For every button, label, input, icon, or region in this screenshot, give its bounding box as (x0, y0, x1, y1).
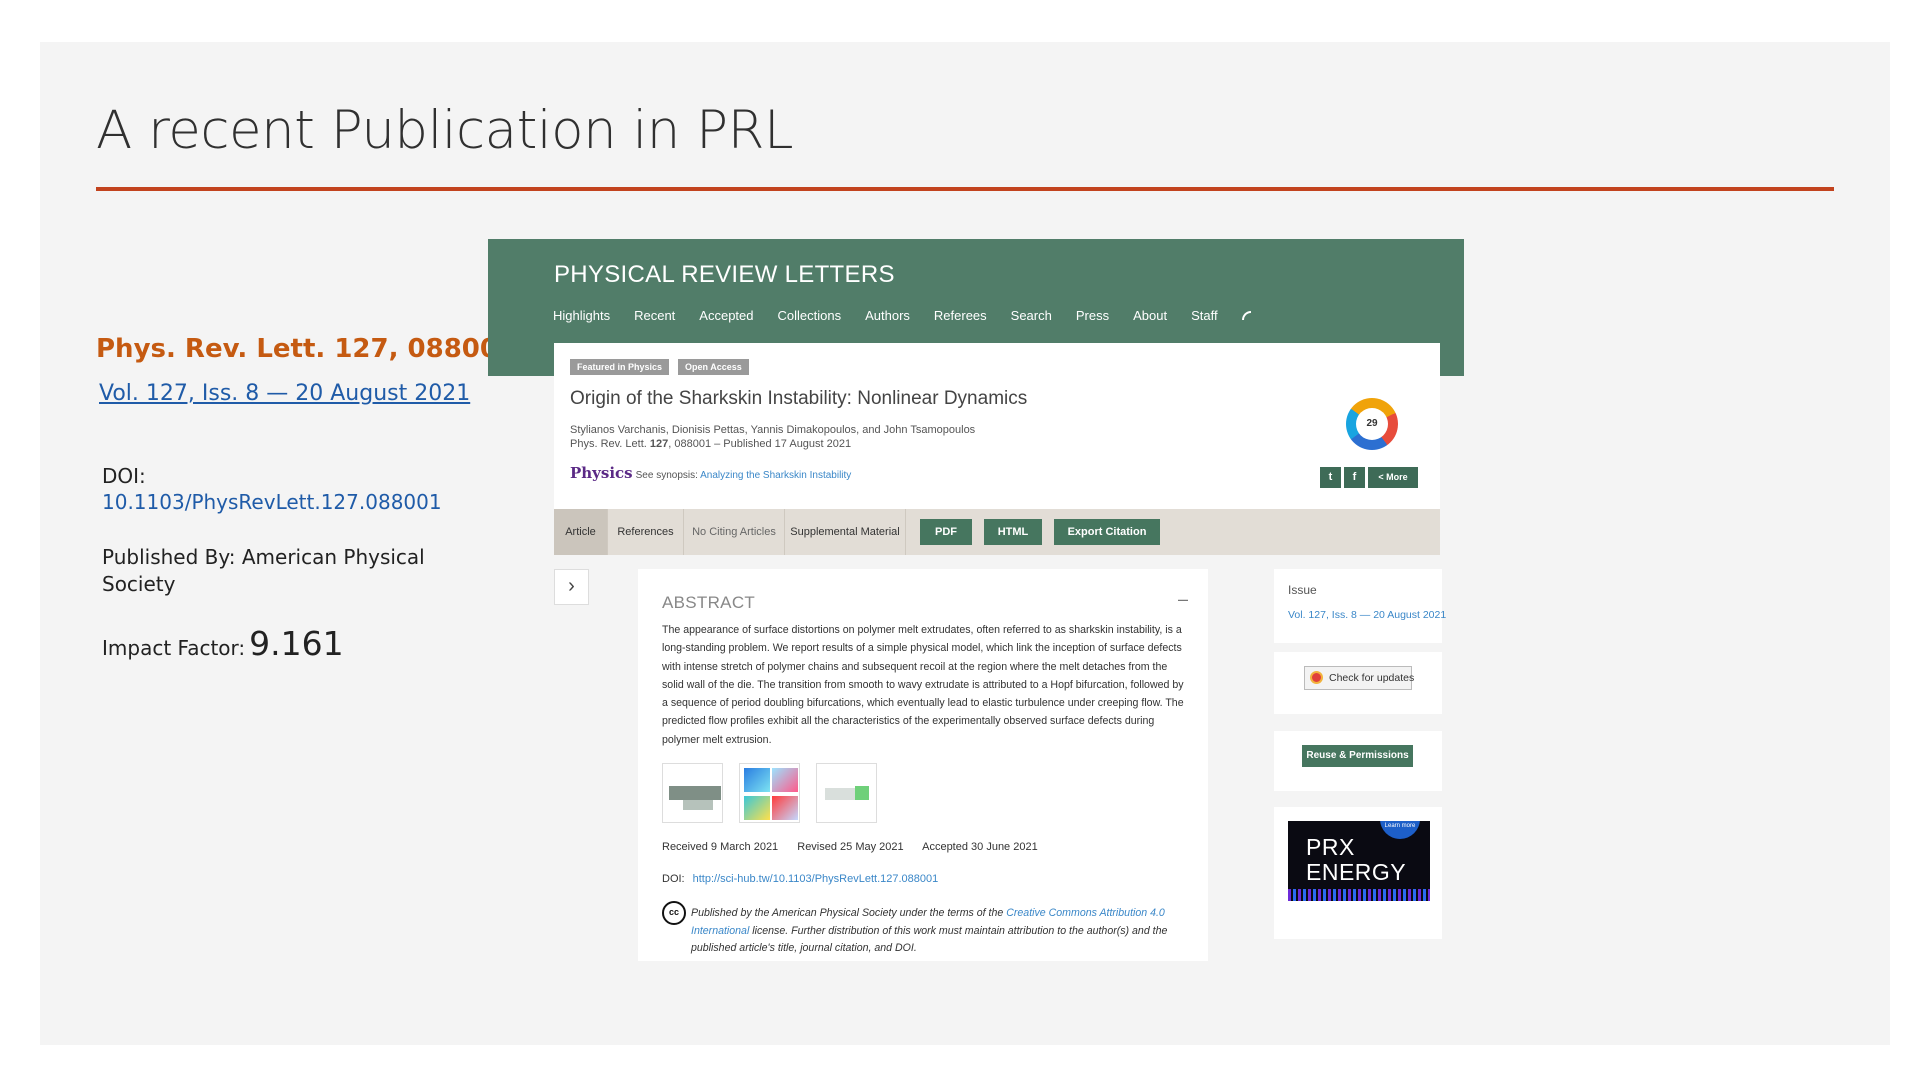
pub-prefix: Phys. Rev. Lett. (570, 438, 650, 450)
journal-nav: Highlights Recent Accepted Collections A… (553, 308, 1275, 323)
updates-card: Check for updates (1274, 652, 1442, 714)
accepted-date: Accepted 30 June 2021 (922, 841, 1038, 853)
figure-thumbnails (662, 763, 877, 823)
license-post: license. Further distribution of this wo… (691, 924, 1168, 955)
tab-article[interactable]: Article (554, 509, 608, 555)
nav-recent[interactable]: Recent (634, 308, 675, 323)
pub-suffix: , 088001 – Published 17 August 2021 (668, 438, 852, 450)
publication-info: Phys. Rev. Lett. 127, 088001 – Published… (570, 438, 851, 450)
journal-name[interactable]: PHYSICAL REVIEW LETTERS (554, 261, 895, 289)
prx-energy-ad[interactable]: PRX ENERGY Learn more (1288, 821, 1430, 901)
license-pre: Published by the American Physical Socie… (691, 907, 1007, 919)
physics-logo[interactable]: Physics (570, 464, 633, 482)
article-title: Origin of the Sharkskin Instability: Non… (570, 388, 1028, 409)
article-tabbar: Article References No Citing Articles Su… (554, 509, 1440, 555)
title-rule (96, 187, 1834, 191)
article-doi: DOI: http://sci-hub.tw/10.1103/PhysRevLet… (662, 873, 938, 885)
issue-label: Issue (1288, 583, 1317, 597)
badge-open-access[interactable]: Open Access (678, 359, 749, 375)
synopsis-link[interactable]: Analyzing the Sharkskin Instability (700, 470, 851, 481)
altmetric-score: 29 (1356, 408, 1388, 440)
article-card: Featured in Physics Open Access Origin o… (554, 343, 1440, 509)
collapse-icon[interactable]: – (1178, 589, 1188, 610)
share-more-button[interactable]: < More (1368, 467, 1418, 488)
share-icon: < (1378, 472, 1384, 482)
pdf-button[interactable]: PDF (920, 519, 972, 545)
abstract-text: The appearance of surface distortions on… (662, 624, 1184, 746)
article-dates: Received 9 March 2021 Revised 25 May 202… (662, 841, 1054, 853)
doi-label: DOI: (102, 464, 146, 488)
reuse-card: Reuse & Permissions (1274, 731, 1442, 791)
html-button[interactable]: HTML (984, 519, 1042, 545)
nav-authors[interactable]: Authors (865, 308, 910, 323)
physics-synopsis: Physics See synopsis: Analyzing the Shark… (570, 464, 851, 482)
issue-link[interactable]: Vol. 127, Iss. 8 — 20 August 2021 (1288, 609, 1446, 621)
issue-card: Issue Vol. 127, Iss. 8 — 20 August 2021 (1274, 569, 1446, 643)
impact-label: Impact Factor: (102, 636, 246, 660)
prl-screenshot: PHYSICAL REVIEW LETTERS Highlights Recen… (488, 239, 1464, 961)
chevron-right-icon[interactable]: › (554, 569, 589, 605)
rss-icon[interactable] (1241, 311, 1251, 320)
doi-link[interactable]: 10.1103/PhysRevLett.127.088001 (102, 490, 442, 514)
check-updates-label: Check for updates (1329, 672, 1415, 684)
license-text: Published by the American Physical Socie… (691, 905, 1191, 958)
tab-supplemental-material[interactable]: Supplemental Material (785, 509, 906, 555)
figure-thumbnail-2[interactable] (739, 763, 800, 823)
synopsis-label: See synopsis: (635, 470, 701, 481)
badges: Featured in Physics Open Access (570, 359, 749, 375)
volume-link[interactable]: Vol. 127, Iss. 8 — 20 August 2021 (99, 381, 470, 406)
ad-text: PRX ENERGY (1306, 834, 1407, 885)
crossmark-icon (1310, 671, 1323, 684)
altmetric-badge[interactable]: 29 (1346, 398, 1398, 450)
citation: Phys. Rev. Lett. 127, 088001 (96, 334, 517, 364)
pub-volume: 127 (649, 438, 669, 450)
facebook-icon[interactable]: f (1344, 467, 1365, 488)
article-doi-label: DOI: (662, 873, 685, 885)
export-citation-button[interactable]: Export Citation (1054, 519, 1160, 545)
nav-press[interactable]: Press (1076, 308, 1109, 323)
received-date: Received 9 March 2021 (662, 841, 779, 853)
figure-thumbnail-1[interactable] (662, 763, 723, 823)
impact-value: 9.161 (249, 624, 344, 663)
figure-thumbnail-3[interactable] (816, 763, 877, 823)
nav-about[interactable]: About (1133, 308, 1167, 323)
reuse-permissions-button[interactable]: Reuse & Permissions (1302, 745, 1413, 767)
impact-factor: Impact Factor: 9.161 (102, 624, 344, 663)
abstract-heading: ABSTRACT (662, 593, 756, 612)
nav-referees[interactable]: Referees (934, 308, 987, 323)
revised-date: Revised 25 May 2021 (797, 841, 904, 853)
tab-references[interactable]: References (608, 509, 684, 555)
slide-title: A recent Publication in PRL (96, 100, 793, 161)
article-authors: Stylianos Varchanis, Dionisis Pettas, Ya… (570, 424, 976, 436)
share-more-label: More (1386, 472, 1408, 482)
creative-commons-icon: cc (662, 901, 686, 925)
badge-featured[interactable]: Featured in Physics (570, 359, 670, 375)
article-doi-link[interactable]: http://sci-hub.tw/10.1103/PhysRevLett.12… (693, 873, 939, 885)
check-updates-button[interactable]: Check for updates (1304, 666, 1415, 690)
share-buttons: t f < More (1320, 467, 1418, 488)
published-by: Published By: American Physical Society (102, 545, 425, 596)
nav-staff[interactable]: Staff (1191, 308, 1218, 323)
twitter-icon[interactable]: t (1320, 467, 1341, 488)
slide: A recent Publication in PRL Phys. Rev. L… (40, 42, 1890, 1045)
nav-collections[interactable]: Collections (778, 308, 842, 323)
ad-graphic (1288, 889, 1430, 901)
abstract-panel: ABSTRACT – The appearance of surface dis… (638, 569, 1208, 961)
nav-search[interactable]: Search (1011, 308, 1052, 323)
nav-highlights[interactable]: Highlights (553, 308, 610, 323)
tab-no-citing-articles[interactable]: No Citing Articles (684, 509, 785, 555)
nav-accepted[interactable]: Accepted (699, 308, 753, 323)
ad-card: PRX ENERGY Learn more (1274, 807, 1442, 939)
